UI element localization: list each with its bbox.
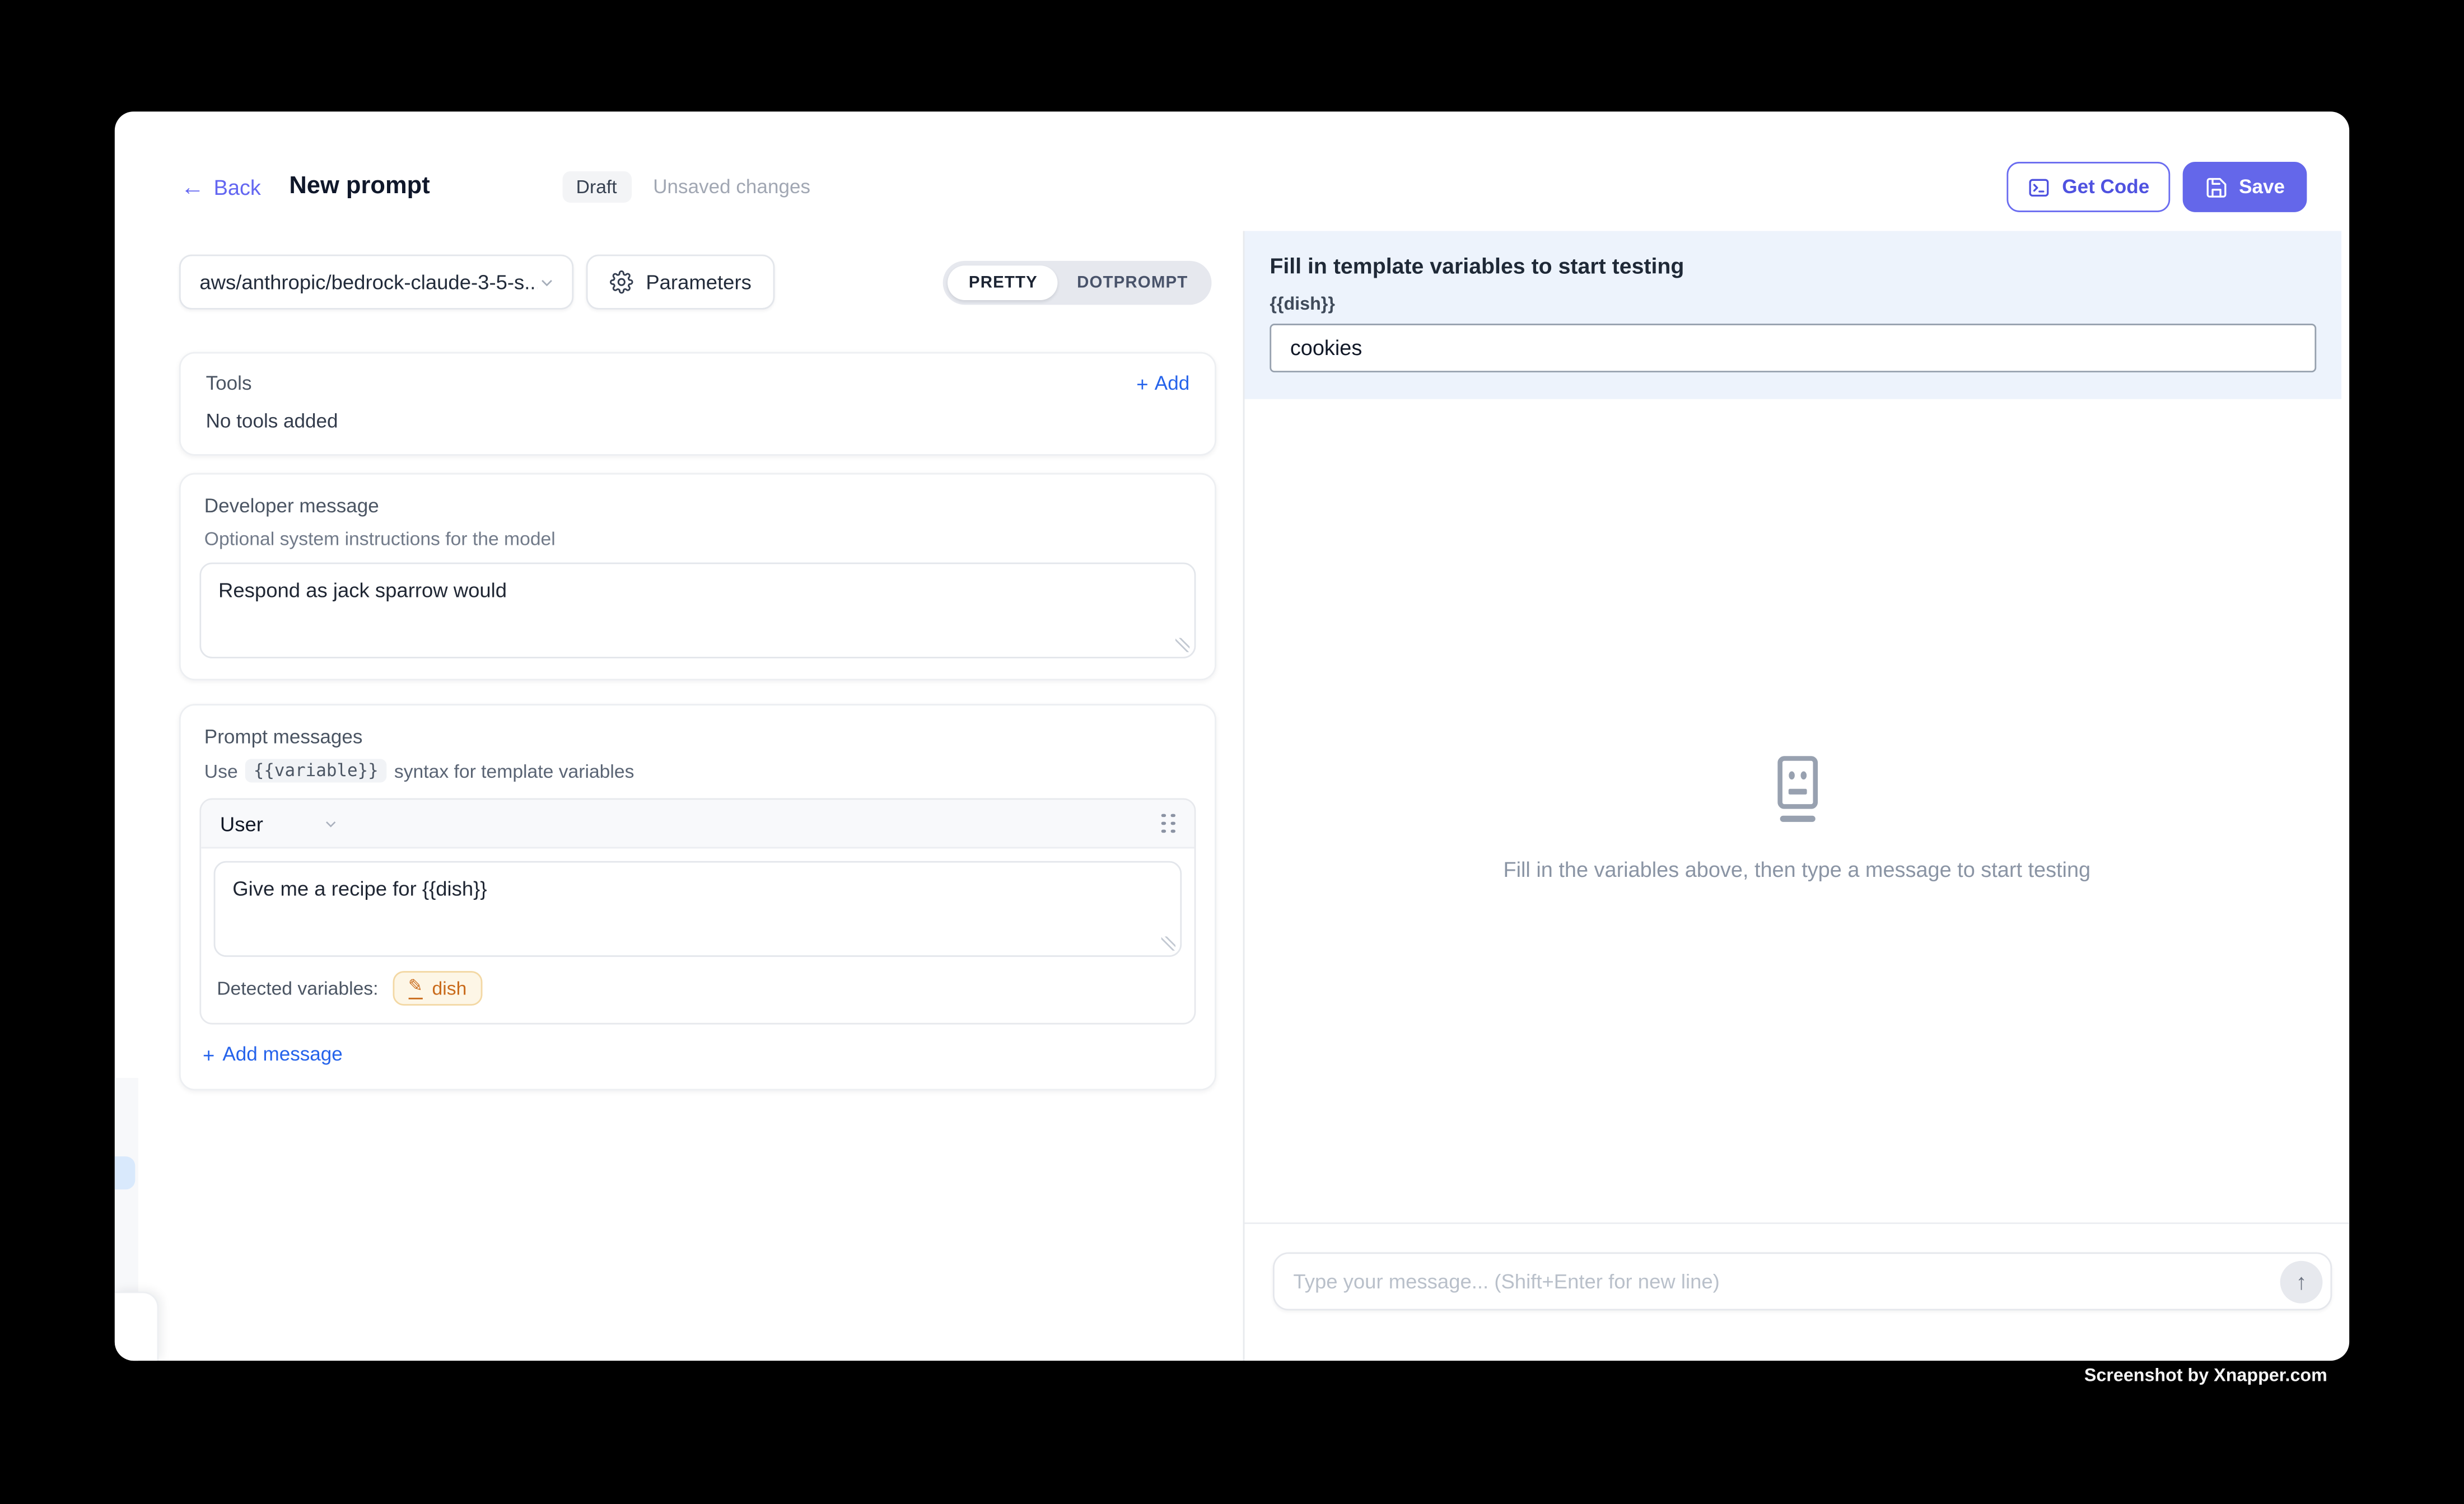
sidebar-active-indicator[interactable] bbox=[115, 1156, 135, 1189]
content-split: aws/anthropic/bedrock-claude-3-5-s... bbox=[115, 231, 2349, 1361]
view-mode-toggle: PRETTY DOTPROMPT bbox=[944, 260, 1211, 304]
get-code-button[interactable]: Get Code bbox=[2007, 162, 2170, 212]
model-select-value: aws/anthropic/bedrock-claude-3-5-s... bbox=[199, 270, 537, 294]
corner-popover-edge bbox=[115, 1292, 159, 1361]
role-select-value: User bbox=[220, 811, 263, 835]
unsaved-changes-note: Unsaved changes bbox=[653, 176, 810, 198]
add-tool-button[interactable]: + Add bbox=[1136, 372, 1189, 394]
chat-input-container: ↑ bbox=[1273, 1252, 2332, 1310]
variable-dish-input[interactable] bbox=[1270, 324, 2316, 372]
send-message-button[interactable]: ↑ bbox=[2280, 1260, 2323, 1303]
message-block: User Give me a recipe for {{d bbox=[199, 798, 1196, 1025]
back-button[interactable]: ← Back bbox=[181, 175, 261, 199]
editor-cards: Tools + Add No tools added Developer mes… bbox=[179, 352, 1216, 1091]
screenshot-stage: ← Back New prompt Draft Unsaved changes … bbox=[0, 0, 2464, 1503]
add-tool-label: Add bbox=[1155, 372, 1189, 394]
editor-toolbar: aws/anthropic/bedrock-claude-3-5-s... bbox=[179, 255, 1212, 310]
developer-message-title: Developer message bbox=[199, 495, 1196, 517]
watermark-text: Screenshot by Xnapper.com bbox=[2084, 1367, 2327, 1386]
save-label: Save bbox=[2239, 176, 2285, 198]
arrow-up-icon: ↑ bbox=[2296, 1269, 2307, 1294]
prompt-messages-title: Prompt messages bbox=[199, 726, 1196, 748]
save-floppy-icon bbox=[2204, 175, 2228, 199]
developer-message-textarea[interactable]: Respond as jack sparrow would bbox=[199, 563, 1196, 658]
drag-handle-icon[interactable] bbox=[1161, 813, 1175, 833]
save-button[interactable]: Save bbox=[2182, 162, 2307, 212]
hint-suffix: syntax for template variables bbox=[394, 760, 634, 782]
add-message-label: Add message bbox=[222, 1043, 342, 1065]
template-syntax-hint: Use {{variable}} syntax for template var… bbox=[199, 759, 1196, 782]
chat-empty-state: Fill in the variables above, then type a… bbox=[1244, 399, 2349, 1222]
user-message-textarea[interactable]: Give me a recipe for {{dish}} bbox=[214, 861, 1182, 957]
parameters-label: Parameters bbox=[646, 270, 752, 294]
tools-title: Tools bbox=[206, 372, 252, 394]
chat-message-input[interactable] bbox=[1293, 1269, 2261, 1293]
titlebar-actions: Get Code Save bbox=[2007, 162, 2307, 212]
tools-empty-text: No tools added bbox=[206, 410, 1190, 432]
developer-message-card: Developer message Optional system instru… bbox=[179, 473, 1216, 680]
get-code-label: Get Code bbox=[2062, 176, 2149, 198]
chevron-down-icon[interactable] bbox=[323, 815, 340, 832]
page-title: New prompt bbox=[289, 173, 430, 202]
toggle-dotprompt[interactable]: DOTPROMPT bbox=[1058, 265, 1207, 300]
arrow-left-icon: ← bbox=[181, 175, 204, 199]
message-role-header: User bbox=[201, 800, 1194, 848]
empty-state-text: Fill in the variables above, then type a… bbox=[1503, 857, 2090, 881]
model-select[interactable]: aws/anthropic/bedrock-claude-3-5-s... bbox=[179, 255, 573, 310]
variable-chip-dish[interactable]: ✎ dish bbox=[393, 971, 483, 1006]
back-label: Back bbox=[214, 175, 261, 199]
variable-chip-label: dish bbox=[432, 977, 467, 999]
variable-syntax-chip: {{variable}} bbox=[246, 759, 386, 782]
detected-variables-label: Detected variables: bbox=[217, 977, 378, 999]
variable-dish-label: {{dish}} bbox=[1270, 296, 2316, 315]
gear-icon bbox=[610, 270, 633, 294]
add-message-button[interactable]: + Add message bbox=[203, 1043, 1193, 1065]
hint-prefix: Use bbox=[204, 760, 238, 782]
developer-message-subtitle: Optional system instructions for the mod… bbox=[199, 528, 1196, 550]
chat-input-bar: ↑ bbox=[1244, 1222, 2349, 1361]
detected-variables-row: Detected variables: ✎ dish bbox=[201, 957, 1194, 1023]
plus-icon: + bbox=[1136, 373, 1148, 393]
prompt-editor-window: ← Back New prompt Draft Unsaved changes … bbox=[115, 111, 2349, 1361]
titlebar: ← Back New prompt Draft Unsaved changes … bbox=[115, 111, 2349, 231]
code-terminal-icon bbox=[2028, 175, 2051, 199]
tools-card: Tools + Add No tools added bbox=[179, 352, 1216, 456]
parameters-button[interactable]: Parameters bbox=[586, 255, 775, 310]
chevron-down-icon bbox=[538, 273, 557, 292]
variables-heading: Fill in template variables to start test… bbox=[1270, 253, 2316, 278]
toggle-pretty[interactable]: PRETTY bbox=[948, 265, 1058, 300]
robot-face-icon bbox=[1766, 754, 1828, 824]
plus-icon: + bbox=[203, 1044, 214, 1064]
prompt-editor-panel: aws/anthropic/bedrock-claude-3-5-s... bbox=[115, 231, 1245, 1361]
pencil-edit-icon: ✎ bbox=[408, 978, 423, 998]
test-panel: Fill in template variables to start test… bbox=[1244, 231, 2349, 1361]
status-badge: Draft bbox=[562, 171, 631, 203]
template-variables-header: Fill in template variables to start test… bbox=[1244, 231, 2341, 399]
prompt-messages-card: Prompt messages Use {{variable}} syntax … bbox=[179, 704, 1216, 1090]
